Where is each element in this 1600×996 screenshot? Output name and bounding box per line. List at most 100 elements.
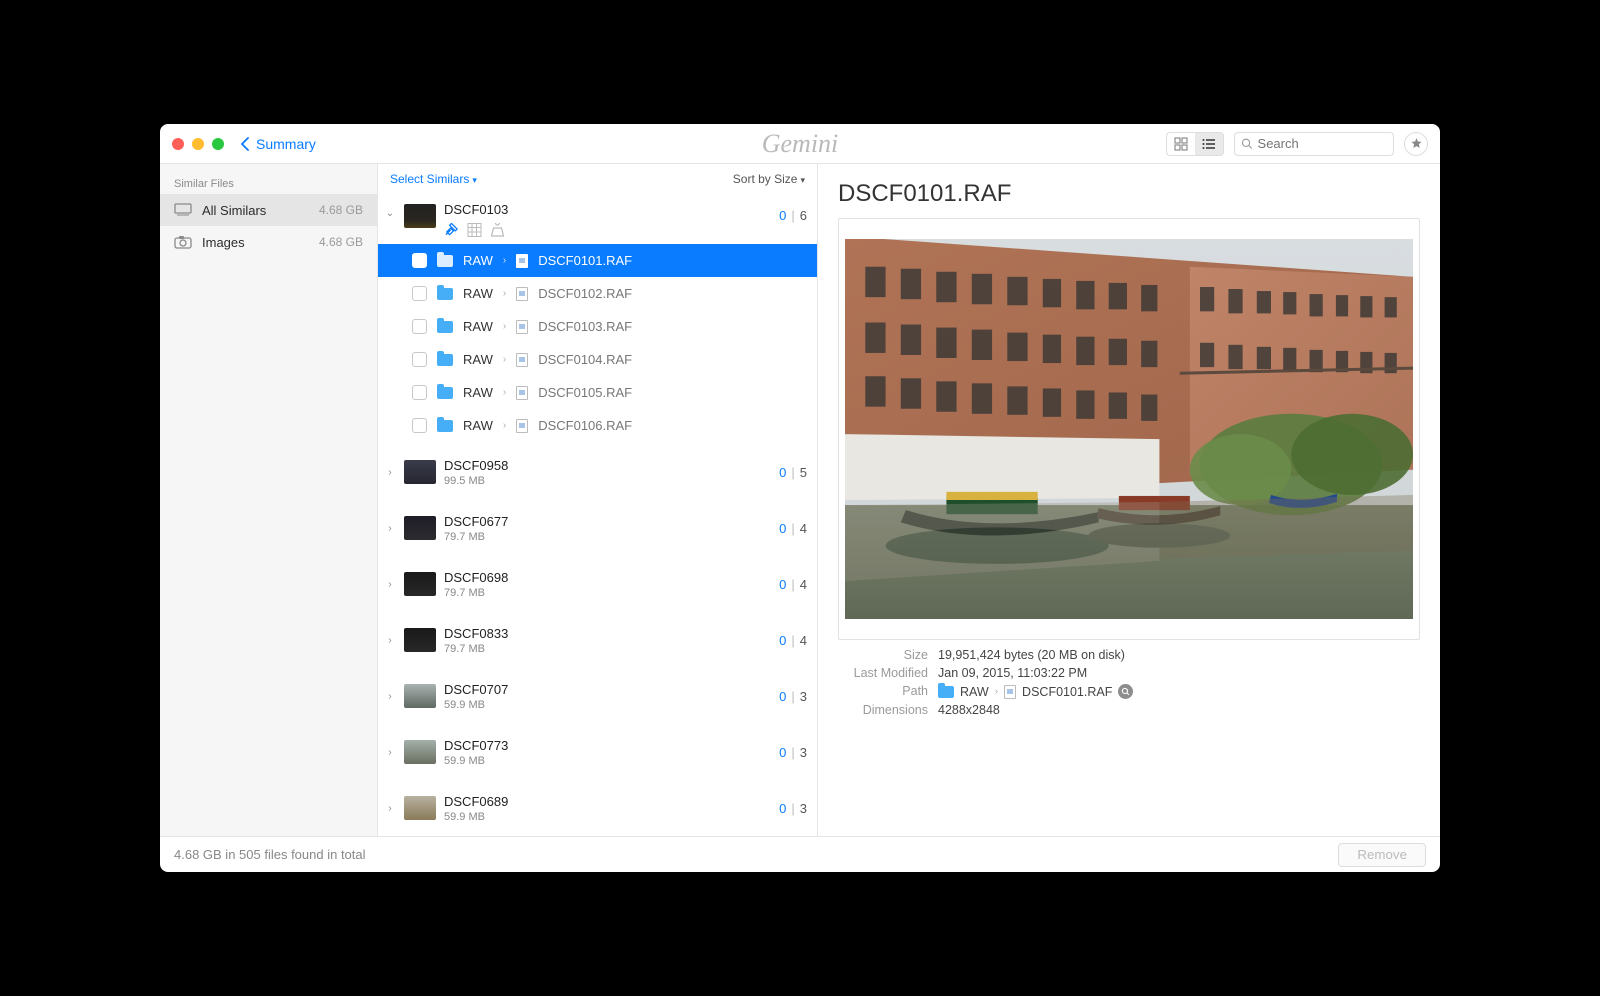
group-name: DSCF0677	[444, 514, 508, 529]
star-button[interactable]	[1404, 132, 1428, 156]
folder-icon	[437, 354, 453, 366]
folder-name: RAW	[463, 385, 493, 400]
file-row[interactable]: RAW›DSCF0102.RAF	[378, 277, 817, 310]
select-similars-button[interactable]: Select Similars▾	[390, 172, 477, 186]
group-thumbnail	[404, 204, 436, 228]
preview-image	[845, 239, 1413, 619]
group-thumbnail	[404, 796, 436, 820]
group-header[interactable]: ›DSCF095899.5 MB0|5	[378, 442, 817, 498]
group-header[interactable]: ›DSCF070759.9 MB0|3	[378, 666, 817, 722]
group-header[interactable]: ›DSCF077359.9 MB0|3	[378, 722, 817, 778]
chevron-right-icon[interactable]: ›	[384, 523, 396, 534]
checkbox[interactable]	[412, 319, 427, 334]
group-counts: 0|3	[779, 801, 807, 816]
folder-name: RAW	[463, 352, 493, 367]
group-thumbnail	[404, 516, 436, 540]
meta-size-label: Size	[838, 648, 928, 662]
grid-view-button[interactable]	[1167, 133, 1195, 155]
file-row[interactable]: RAW›DSCF0101.RAF	[378, 244, 817, 277]
app-window: Summary Gemini Similar File	[160, 124, 1440, 872]
zoom-window-button[interactable]	[212, 138, 224, 150]
sidebar-header: Similar Files	[160, 172, 377, 194]
list-view-button[interactable]	[1195, 133, 1223, 155]
selected-count: 0	[779, 801, 786, 816]
chevron-right-icon[interactable]: ›	[384, 467, 396, 478]
reveal-in-finder-button[interactable]	[1118, 684, 1133, 699]
search-input[interactable]	[1258, 136, 1387, 151]
group-tools	[444, 223, 508, 237]
remove-button[interactable]: Remove	[1338, 843, 1426, 867]
sidebar-item-label: All Similars	[202, 203, 309, 218]
group-counts: 0|4	[779, 633, 807, 648]
folder-name: RAW	[463, 253, 493, 268]
search-icon	[1121, 687, 1130, 696]
total-count: 3	[800, 801, 807, 816]
file-icon	[516, 254, 528, 268]
selected-count: 0	[779, 208, 786, 223]
chevron-right-icon: ›	[503, 288, 506, 299]
app-title: Gemini	[762, 129, 839, 159]
chevron-down-icon: ▾	[472, 175, 477, 185]
meta-modified-label: Last Modified	[838, 666, 928, 680]
checkbox[interactable]	[412, 418, 427, 433]
selected-count: 0	[779, 465, 786, 480]
back-button[interactable]: Summary	[240, 136, 316, 152]
folder-icon	[437, 387, 453, 399]
selected-count: 0	[779, 745, 786, 760]
file-row[interactable]: RAW›DSCF0106.RAF	[378, 409, 817, 442]
checkbox[interactable]	[412, 352, 427, 367]
detail-title: DSCF0101.RAF	[838, 180, 1420, 208]
chevron-right-icon[interactable]: ›	[384, 747, 396, 758]
chevron-right-icon: ›	[503, 420, 506, 431]
chevron-right-icon: ›	[503, 354, 506, 365]
sidebar-item-images[interactable]: Images 4.68 GB	[160, 226, 377, 258]
sidebar-item-all-similars[interactable]: All Similars4.68 GB	[160, 194, 377, 226]
pin-icon[interactable]	[444, 223, 459, 237]
file-metadata: Size 19,951,424 bytes (20 MB on disk) La…	[838, 648, 1420, 717]
chevron-right-icon[interactable]: ›	[384, 803, 396, 814]
group-size: 59.9 MB	[444, 755, 508, 767]
group-header[interactable]: ›DSCF083379.7 MB0|4	[378, 610, 817, 666]
group-size: 59.9 MB	[444, 811, 508, 823]
group-name: DSCF0958	[444, 458, 508, 473]
folder-name: RAW	[463, 319, 493, 334]
chevron-right-icon[interactable]: ›	[384, 691, 396, 702]
chevron-right-icon[interactable]: ›	[384, 635, 396, 646]
chevron-right-icon[interactable]: ›	[384, 579, 396, 590]
status-text: 4.68 GB in 505 files found in total	[174, 847, 366, 862]
close-window-button[interactable]	[172, 138, 184, 150]
group-name: DSCF0698	[444, 570, 508, 585]
file-name: DSCF0106.RAF	[538, 418, 632, 433]
file-icon	[516, 287, 528, 301]
folder-icon	[437, 255, 453, 267]
total-count: 4	[800, 633, 807, 648]
file-list[interactable]: ⌄DSCF01030|6RAW›DSCF0101.RAFRAW›DSCF0102…	[378, 194, 817, 836]
folder-icon	[437, 420, 453, 432]
sidebar-item-label: Images	[202, 235, 309, 250]
group-header[interactable]: ›DSCF068959.9 MB0|3	[378, 778, 817, 834]
file-row[interactable]: RAW›DSCF0105.RAF	[378, 376, 817, 409]
selected-count: 0	[779, 577, 786, 592]
file-row[interactable]: RAW›DSCF0104.RAF	[378, 343, 817, 376]
minimize-window-button[interactable]	[192, 138, 204, 150]
group-text: DSCF077359.9 MB	[444, 738, 508, 767]
group-header[interactable]: ›DSCF069879.7 MB0|4	[378, 554, 817, 610]
sidebar-item-size: 4.68 GB	[319, 235, 363, 249]
checkbox[interactable]	[412, 286, 427, 301]
checkbox[interactable]	[412, 385, 427, 400]
file-row[interactable]: RAW›DSCF0103.RAF	[378, 310, 817, 343]
weight-icon[interactable]	[490, 223, 505, 237]
group-header[interactable]: ⌄DSCF01030|6	[378, 194, 817, 244]
checkbox[interactable]	[412, 253, 427, 268]
meta-path-value: RAW › DSCF0101.RAF	[938, 684, 1420, 699]
group-counts: 0|3	[779, 689, 807, 704]
search-field[interactable]	[1234, 132, 1394, 156]
grid-icon[interactable]	[467, 223, 482, 237]
group-header[interactable]: ›DSCF067779.7 MB0|4	[378, 498, 817, 554]
file-icon	[516, 386, 528, 400]
list-icon	[1202, 137, 1216, 151]
chevron-down-icon[interactable]: ⌄	[384, 208, 396, 219]
group-thumbnail	[404, 460, 436, 484]
sort-button[interactable]: Sort by Size▾	[733, 172, 805, 186]
chevron-down-icon: ▾	[800, 175, 805, 185]
